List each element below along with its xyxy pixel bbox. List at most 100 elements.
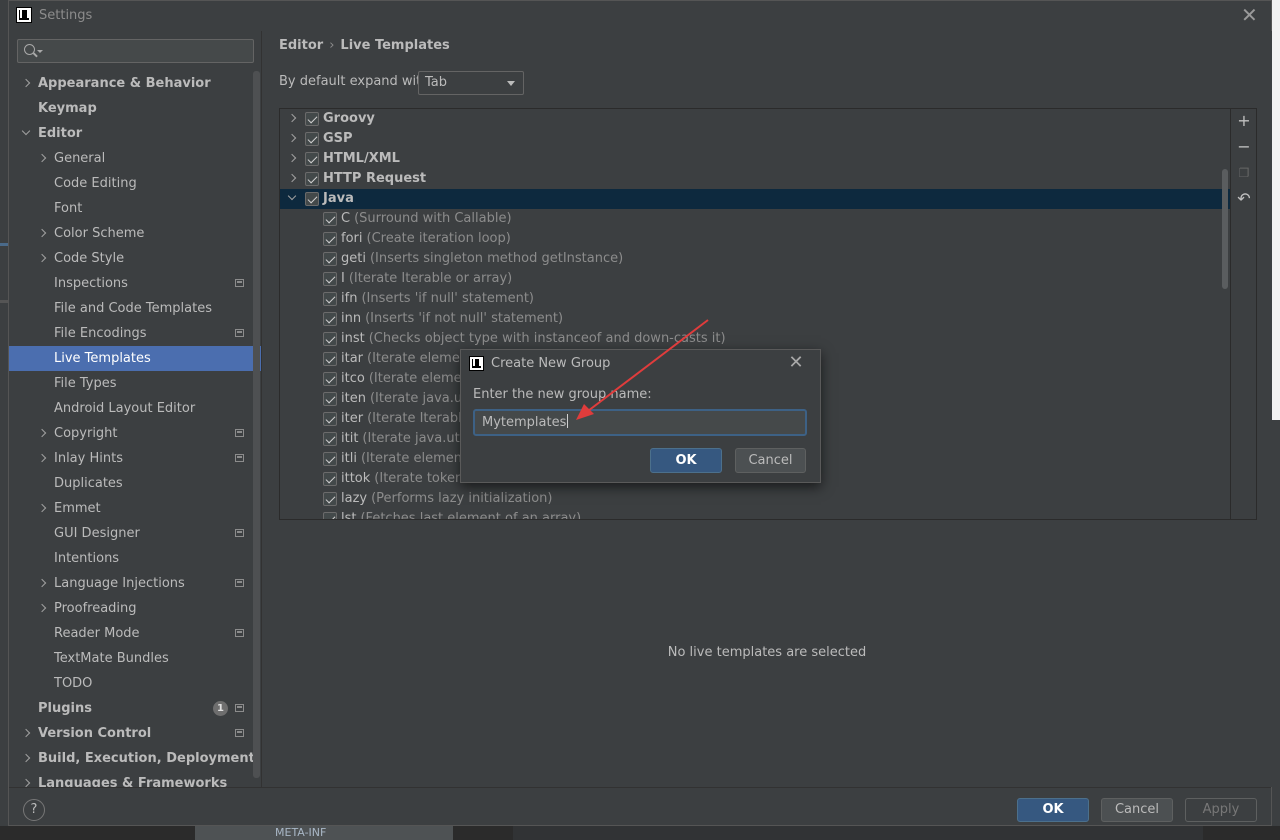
sidebar-item-font[interactable]: Font	[9, 196, 261, 221]
chevron-right-icon[interactable]	[287, 133, 297, 143]
group-checkbox[interactable]	[305, 152, 319, 166]
chevron-right-icon[interactable]	[37, 578, 47, 588]
group-checkbox[interactable]	[305, 112, 319, 126]
dialog-cancel-button[interactable]: Cancel	[735, 448, 806, 473]
apply-button[interactable]: Apply	[1185, 798, 1257, 822]
minus-icon[interactable]: −	[1236, 139, 1252, 155]
sidebar-item-language-injections[interactable]: Language Injections	[9, 571, 261, 596]
templates-scrollbar[interactable]	[1222, 169, 1228, 289]
template-row[interactable]: geti (Inserts singleton method getInstanc…	[280, 249, 1230, 269]
expand-with-select[interactable]: Tab	[418, 71, 524, 95]
sidebar-item-appearance-behavior[interactable]: Appearance & Behavior	[9, 71, 261, 96]
chevron-right-icon[interactable]	[21, 728, 31, 738]
template-group-row[interactable]: HTML/XML	[280, 149, 1230, 169]
template-group-row[interactable]: Java	[280, 189, 1230, 209]
sidebar-item-todo[interactable]: TODO	[9, 671, 261, 696]
template-row[interactable]: fori (Create iteration loop)	[280, 229, 1230, 249]
sidebar-scrollbar[interactable]	[253, 71, 260, 778]
chevron-right-icon[interactable]	[37, 603, 47, 613]
copy-icon[interactable]: ❐	[1236, 165, 1252, 181]
chevron-right-icon[interactable]	[37, 253, 47, 263]
sidebar-item-file-encodings[interactable]: File Encodings	[9, 321, 261, 346]
group-checkbox[interactable]	[305, 132, 319, 146]
template-group-row[interactable]: GSP	[280, 129, 1230, 149]
sidebar-item-textmate-bundles[interactable]: TextMate Bundles	[9, 646, 261, 671]
template-checkbox[interactable]	[323, 472, 337, 486]
template-checkbox[interactable]	[323, 232, 337, 246]
template-row[interactable]: lst (Fetches last element of an array)	[280, 509, 1230, 519]
template-checkbox[interactable]	[323, 432, 337, 446]
sidebar-item-duplicates[interactable]: Duplicates	[9, 471, 261, 496]
template-row[interactable]: lazy (Performs lazy initialization)	[280, 489, 1230, 509]
sidebar-item-emmet[interactable]: Emmet	[9, 496, 261, 521]
sidebar-item-android-layout-editor[interactable]: Android Layout Editor	[9, 396, 261, 421]
chevron-right-icon[interactable]	[21, 78, 31, 88]
template-checkbox[interactable]	[323, 212, 337, 226]
cancel-button[interactable]: Cancel	[1101, 798, 1173, 822]
template-checkbox[interactable]	[323, 352, 337, 366]
template-checkbox[interactable]	[323, 372, 337, 386]
window-close-icon[interactable]: ✕	[1241, 5, 1258, 25]
sidebar-item-reader-mode[interactable]: Reader Mode	[9, 621, 261, 646]
sidebar-item-color-scheme[interactable]: Color Scheme	[9, 221, 261, 246]
template-checkbox[interactable]	[323, 492, 337, 506]
search-options-chevron-icon[interactable]	[37, 50, 43, 53]
sidebar-item-file-and-code-templates[interactable]: File and Code Templates	[9, 296, 261, 321]
sidebar-item-file-types[interactable]: File Types	[9, 371, 261, 396]
sidebar-item-general[interactable]: General	[9, 146, 261, 171]
group-name-input[interactable]: Mytemplates	[473, 409, 807, 436]
template-row[interactable]: ifn (Inserts 'if null' statement)	[280, 289, 1230, 309]
chevron-right-icon[interactable]	[21, 778, 31, 788]
chevron-right-icon[interactable]	[287, 173, 297, 183]
breadcrumb-parent[interactable]: Editor	[279, 38, 323, 53]
template-group-row[interactable]: Groovy	[280, 109, 1230, 129]
group-checkbox[interactable]	[305, 192, 319, 206]
chevron-down-icon[interactable]	[287, 191, 297, 201]
chevron-right-icon[interactable]	[37, 453, 47, 463]
template-group-row[interactable]: HTTP Request	[280, 169, 1230, 189]
sidebar-item-build-execution-deployment[interactable]: Build, Execution, Deployment	[9, 746, 261, 771]
chevron-right-icon[interactable]	[287, 113, 297, 123]
sidebar-item-inlay-hints[interactable]: Inlay Hints	[9, 446, 261, 471]
revert-icon[interactable]: ↶	[1236, 191, 1252, 207]
sidebar-item-gui-designer[interactable]: GUI Designer	[9, 521, 261, 546]
template-row[interactable]: C (Surround with Callable)	[280, 209, 1230, 229]
sidebar-item-plugins[interactable]: Plugins 1	[9, 696, 261, 721]
sidebar-item-version-control[interactable]: Version Control	[9, 721, 261, 746]
chevron-right-icon[interactable]	[37, 228, 47, 238]
dialog-ok-button[interactable]: OK	[650, 448, 722, 473]
chevron-right-icon[interactable]	[37, 428, 47, 438]
chevron-right-icon[interactable]	[287, 153, 297, 163]
chevron-right-icon[interactable]	[37, 503, 47, 513]
group-checkbox[interactable]	[305, 172, 319, 186]
sidebar-item-editor[interactable]: Editor	[9, 121, 261, 146]
template-checkbox[interactable]	[323, 392, 337, 406]
template-row[interactable]: inn (Inserts 'if not null' statement)	[280, 309, 1230, 329]
sidebar-item-live-templates[interactable]: Live Templates	[9, 346, 261, 371]
ok-button[interactable]: OK	[1017, 798, 1089, 822]
template-checkbox[interactable]	[323, 412, 337, 426]
chevron-right-icon[interactable]	[37, 153, 47, 163]
template-checkbox[interactable]	[323, 512, 337, 519]
plus-icon[interactable]: +	[1236, 113, 1252, 129]
sidebar-item-code-editing[interactable]: Code Editing	[9, 171, 261, 196]
sidebar-item-copyright[interactable]: Copyright	[9, 421, 261, 446]
template-checkbox[interactable]	[323, 332, 337, 346]
settings-search-input[interactable]	[17, 39, 254, 63]
help-button[interactable]: ?	[23, 799, 45, 821]
sidebar-item-proofreading[interactable]: Proofreading	[9, 596, 261, 621]
template-checkbox[interactable]	[323, 292, 337, 306]
template-row[interactable]: I (Iterate Iterable or array)	[280, 269, 1230, 289]
template-checkbox[interactable]	[323, 452, 337, 466]
sidebar-item-inspections[interactable]: Inspections	[9, 271, 261, 296]
chevron-down-icon[interactable]	[21, 126, 31, 136]
sidebar-item-code-style[interactable]: Code Style	[9, 246, 261, 271]
dialog-close-icon[interactable]: ✕	[788, 353, 804, 373]
sidebar-item-keymap[interactable]: Keymap	[9, 96, 261, 121]
sidebar-item-intentions[interactable]: Intentions	[9, 546, 261, 571]
chevron-right-icon[interactable]	[21, 753, 31, 763]
template-checkbox[interactable]	[323, 312, 337, 326]
template-row[interactable]: inst (Checks object type with instanceof …	[280, 329, 1230, 349]
template-checkbox[interactable]	[323, 252, 337, 266]
template-checkbox[interactable]	[323, 272, 337, 286]
